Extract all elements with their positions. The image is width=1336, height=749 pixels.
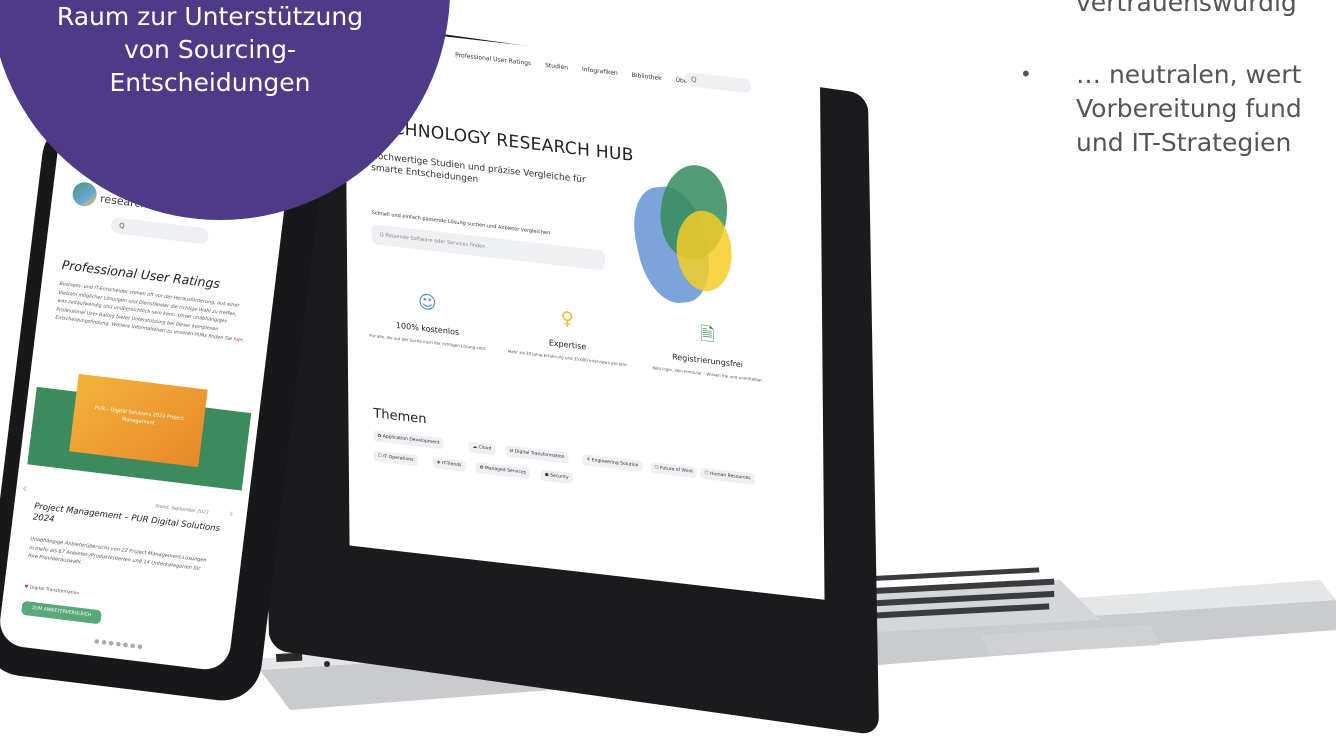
lightbulb-icon: ♀ [560,307,575,331]
slide-text-line-1: … neutralen, wert [1076,60,1302,89]
nav-item-infografiken[interactable]: Infografiken [582,66,618,77]
badge-line: Entscheidungen [109,68,311,97]
header-search-input[interactable]: Q [685,71,752,94]
chevron-right-icon[interactable]: › [228,506,234,520]
bullet: • [1020,62,1032,86]
topic-chip[interactable]: ✿ Managed Services [475,461,531,480]
card-date: Stand: September 2023 [154,504,209,516]
document-icon: 🗎 [699,323,715,347]
compare-button[interactable]: ZUM ANBIETERVERGLEICH [20,600,103,625]
carousel-dots[interactable]: ●●●●●●● [94,638,145,651]
badge-line: Raum zur Unterstützung [56,2,364,31]
feature-registration-free: 🗎 Registrierungsfrei Kein login, kein Fo… [647,317,767,384]
topic-chip[interactable]: ☁ Cloud [468,441,496,456]
slide-text-line-3: und IT-Strategien [1076,128,1292,157]
mobile-search-input[interactable]: Q [110,216,210,245]
card-tag-label: Digital Transformation [29,585,80,597]
card-tag: ♥ Digital Transformation [24,585,79,597]
search-icon: Q [691,75,697,85]
logo-mark [71,180,99,208]
main-search-input[interactable]: Q Passende Software oder Services finden… [371,224,605,271]
card-body: Unabhängige Anbieterübersicht von 22 Pro… [27,536,207,572]
topic-chip[interactable]: ☐ Future of Work [650,461,697,479]
hier-link[interactable]: hier. [233,337,244,343]
intro-body: Business- und IT-Entscheider stehen oft … [55,281,240,343]
chevron-left-icon[interactable]: ‹ [22,481,28,495]
nav-item-bibliothek[interactable]: Bibliothek [632,72,662,82]
topic-chip[interactable]: ≛ Engineering Solution [582,454,643,472]
slide-text-top: vertrauenswürdig [1076,0,1297,17]
topic-chip[interactable]: ✥ IT-Trends [432,457,466,472]
search-icon: Q [118,221,126,231]
feature-free: ☺ 100% kostenlos Für alle, die auf der S… [367,286,487,353]
topic-chip[interactable]: ⇄ Digital Transformation [505,445,569,464]
main-nav: Professional User Ratings Studien Infogr… [455,52,702,87]
slide: vertrauenswürdig • … neutralen, wert Vor… [0,0,1336,749]
slide-text-line-2: Vorbereitung fund [1076,94,1302,123]
topic-chip[interactable]: ☗ Security [540,469,573,484]
mobile-intro-text: Business- und IT-Entscheider stehen oft … [55,281,249,346]
badge-text: Raum zur Unterstützung von Sourcing- Ent… [30,0,390,99]
topic-chip[interactable]: ✿ Application Development [373,430,444,450]
feature-expertise: ♀ Expertise Mehr als 30 Jahre Erfahrung … [507,302,628,369]
nav-item-pur[interactable]: Professional User Ratings [455,52,531,68]
heart-icon: ♥ [23,584,29,591]
laptop-screen: Professional User Ratings Studien Infogr… [345,25,825,600]
nav-item-studien[interactable]: Studien [545,62,568,72]
topic-chip[interactable]: ☐ Human Resources [700,467,755,485]
badge-line: von Sourcing- [123,35,297,64]
themen-heading: Themen [373,406,427,428]
topic-chip[interactable]: ☐ IT Operations [373,450,418,467]
smiley-icon: ☺ [417,291,437,315]
